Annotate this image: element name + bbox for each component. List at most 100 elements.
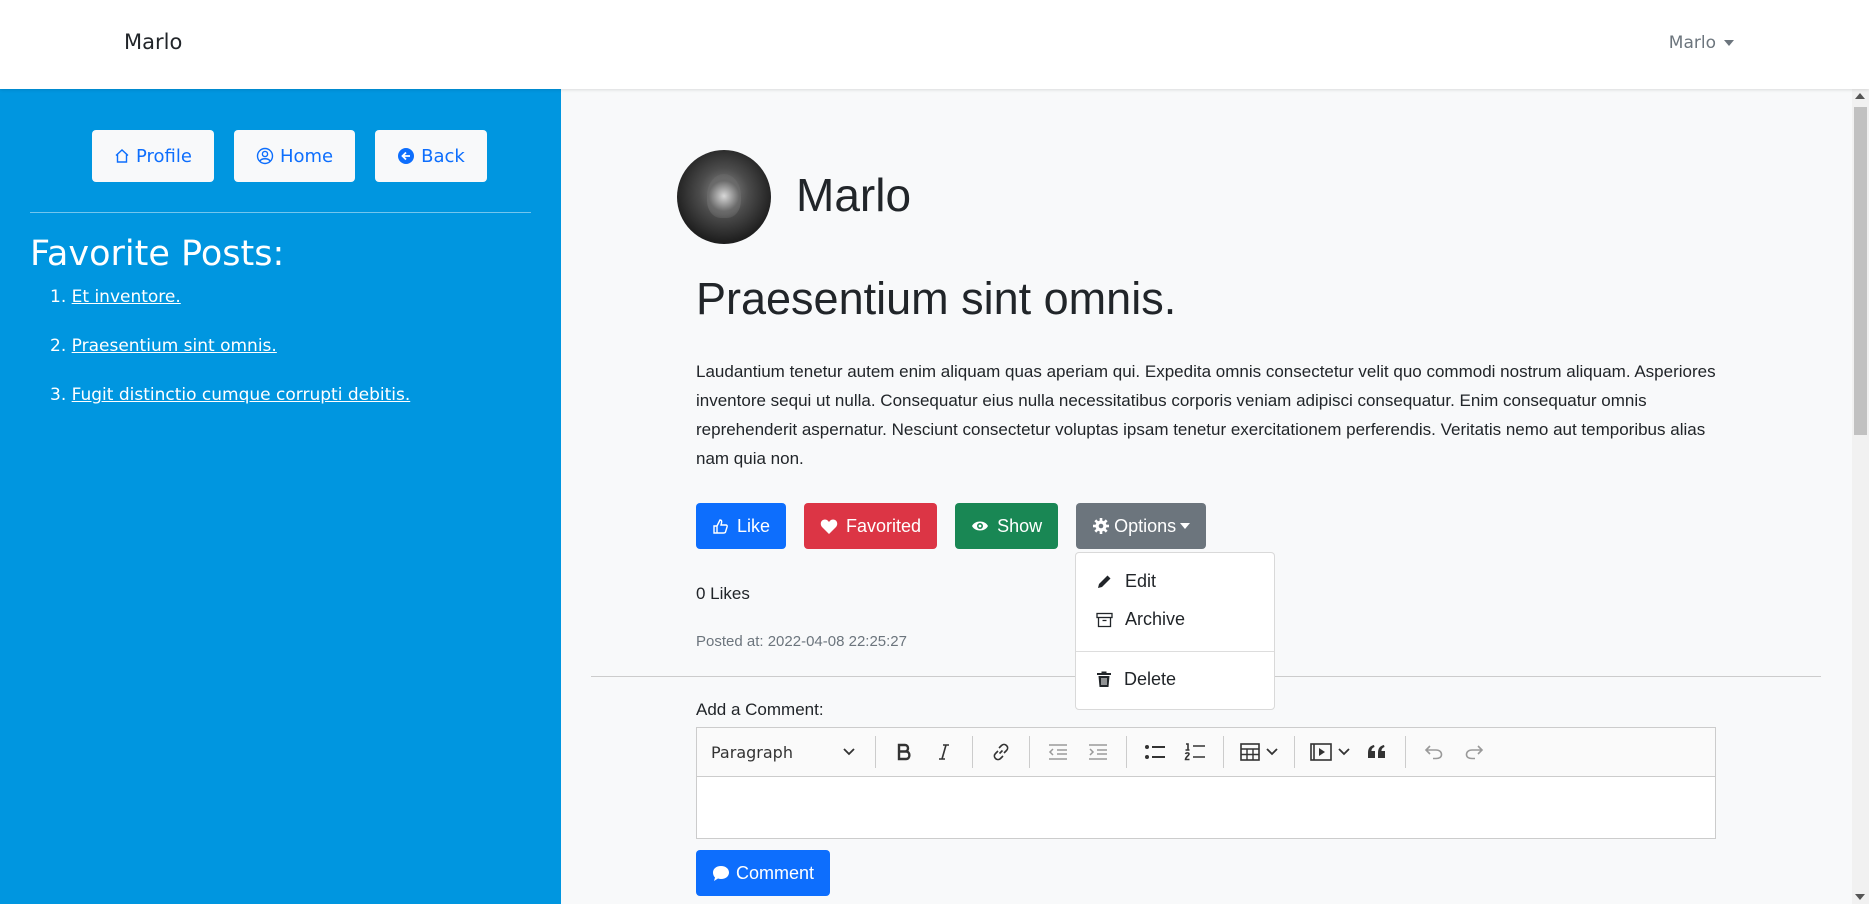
posted-timestamp: Posted at: 2022-04-08 22:25:27 — [696, 633, 907, 650]
eye-icon — [972, 521, 989, 531]
list-number: 3. — [50, 385, 67, 405]
comment-submit-button[interactable]: Comment — [696, 850, 831, 896]
bulleted-list-icon — [1145, 745, 1165, 759]
like-label: Like — [737, 515, 771, 536]
author-avatar — [677, 150, 771, 244]
bold-icon — [897, 743, 911, 761]
toolbar-separator — [1405, 736, 1406, 768]
house-icon — [115, 149, 129, 163]
author-name: Marlo — [796, 169, 912, 221]
favorite-post-item: 2. Praesentium sint omnis. — [50, 336, 410, 358]
media-icon — [1310, 743, 1332, 761]
outdent-button[interactable] — [1038, 734, 1078, 770]
back-button[interactable]: Back — [375, 130, 487, 182]
favorite-post-item: 3. Fugit distinctio cumque corrupti debi… — [50, 385, 410, 407]
favorite-post-link[interactable]: Fugit distinctio cumque corrupti debitis… — [72, 385, 411, 405]
archive-icon — [1096, 612, 1113, 627]
bold-button[interactable] — [884, 734, 924, 770]
outdent-icon — [1048, 744, 1067, 760]
delete-menu-item[interactable]: Delete — [1096, 669, 1176, 690]
options-dropdown-toggle[interactable]: Options — [1076, 503, 1207, 549]
post-actions: Like Favorited Show Options — [696, 503, 1207, 549]
pencil-icon — [1098, 575, 1111, 588]
favorite-post-link[interactable]: Praesentium sint omnis. — [72, 336, 277, 356]
comment-submit-label: Comment — [736, 862, 815, 883]
profile-button-label: Profile — [136, 145, 192, 167]
favorited-button[interactable]: Favorited — [804, 503, 938, 549]
chevron-down-icon — [1266, 748, 1278, 756]
favorite-posts-list: 1. Et inventore. 2. Praesentium sint omn… — [50, 287, 410, 434]
undo-button[interactable] — [1414, 734, 1454, 770]
home-button[interactable]: Home — [233, 130, 356, 182]
home-button-label: Home — [279, 145, 334, 167]
comment-label: Add a Comment: — [696, 700, 824, 719]
link-icon — [993, 743, 1009, 761]
brand-link[interactable]: Marlo — [124, 30, 182, 54]
comment-text-area[interactable] — [697, 777, 1715, 839]
insert-table-button[interactable] — [1232, 734, 1286, 770]
back-button-label: Back — [421, 145, 465, 167]
toolbar-separator — [1126, 736, 1127, 768]
sidebar: Profile Home Back Favorite Posts: 1. Et … — [0, 89, 561, 904]
favorite-posts-heading: Favorite Posts: — [30, 234, 285, 274]
favorite-post-item: 1. Et inventore. — [50, 287, 410, 309]
toolbar-separator — [875, 736, 876, 768]
editor-toolbar: Paragraph — [697, 728, 1715, 777]
numbered-list-button[interactable] — [1175, 734, 1215, 770]
gear-icon — [1093, 518, 1110, 534]
delete-label: Delete — [1124, 669, 1177, 689]
caret-down-icon — [1724, 40, 1734, 46]
arrow-left-circle-icon — [398, 148, 415, 164]
favorite-post-link[interactable]: Et inventore. — [72, 287, 181, 307]
scroll-down-icon[interactable] — [1855, 894, 1865, 900]
person-circle-icon — [256, 147, 274, 165]
list-number: 1. — [50, 287, 67, 307]
archive-label: Archive — [1125, 609, 1186, 629]
show-button[interactable]: Show — [955, 503, 1059, 549]
scroll-up-icon[interactable] — [1855, 93, 1865, 99]
quote-icon — [1368, 745, 1385, 758]
chevron-down-icon — [1338, 748, 1350, 756]
edit-menu-item[interactable]: Edit — [1096, 571, 1156, 592]
likes-count: 0 Likes — [696, 584, 750, 603]
page-scrollbar[interactable] — [1852, 89, 1869, 904]
numbered-list-icon — [1184, 743, 1205, 761]
heart-icon — [820, 519, 838, 534]
post-body: Laudantium tenetur autem enim aliquam qu… — [696, 362, 1716, 468]
undo-icon — [1424, 745, 1443, 760]
italic-icon — [939, 744, 949, 760]
insert-media-button[interactable] — [1303, 734, 1357, 770]
favorited-label: Favorited — [846, 515, 922, 536]
trash-icon — [1097, 671, 1111, 687]
scrollbar-thumb[interactable] — [1854, 107, 1867, 435]
toolbar-separator — [972, 736, 973, 768]
chevron-down-icon — [843, 748, 855, 756]
edit-label: Edit — [1125, 571, 1157, 591]
toolbar-separator — [1029, 736, 1030, 768]
italic-button[interactable] — [924, 734, 964, 770]
list-number: 2. — [50, 336, 67, 356]
user-dropdown-toggle[interactable]: Marlo — [1669, 33, 1734, 53]
toolbar-separator — [1223, 736, 1224, 768]
table-icon — [1240, 743, 1260, 761]
menu-divider — [1076, 651, 1274, 652]
heading-select[interactable]: Paragraph — [711, 743, 867, 762]
like-button[interactable]: Like — [696, 503, 787, 549]
bulleted-list-button[interactable] — [1135, 734, 1175, 770]
options-dropdown-menu: Edit Archive Delete — [1075, 552, 1275, 710]
archive-menu-item[interactable]: Archive — [1096, 609, 1185, 630]
redo-icon — [1465, 745, 1484, 760]
thumbs-up-icon — [713, 518, 728, 534]
redo-button[interactable] — [1454, 734, 1494, 770]
chat-icon — [713, 865, 729, 881]
link-button[interactable] — [981, 734, 1021, 770]
show-label: Show — [997, 515, 1043, 536]
heading-select-value: Paragraph — [711, 742, 793, 762]
toolbar-separator — [1294, 736, 1295, 768]
profile-button[interactable]: Profile — [92, 130, 214, 182]
options-label: Options — [1114, 515, 1177, 536]
post-title: Praesentium sint omnis. — [696, 273, 1177, 324]
block-quote-button[interactable] — [1357, 734, 1397, 770]
indent-button[interactable] — [1078, 734, 1118, 770]
comment-editor: Paragraph — [696, 727, 1716, 839]
